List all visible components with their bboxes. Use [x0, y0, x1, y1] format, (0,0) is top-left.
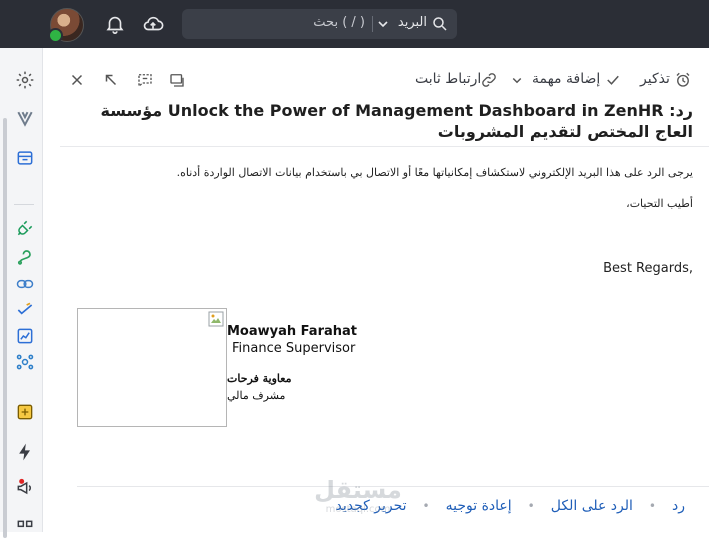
- closing-arabic: أطيب التحيات،: [626, 197, 693, 210]
- signature-image-placeholder: [77, 308, 227, 427]
- email-subject: رد: Unlock the Power of Management Dashb…: [100, 101, 693, 141]
- route-icon[interactable]: [15, 246, 35, 266]
- online-status-indicator: [48, 28, 63, 43]
- watermark-arabic: مستقل: [314, 476, 402, 504]
- mostaql-watermark: مستقل mostaql.com: [312, 476, 404, 532]
- alarm-clock-icon[interactable]: [674, 71, 692, 89]
- add-note-icon[interactable]: [15, 402, 35, 422]
- cloud-sync-icon[interactable]: [142, 13, 164, 35]
- reply-button[interactable]: رد: [672, 498, 685, 514]
- header-divider: [60, 146, 709, 147]
- top-bar: البريد بحث ( / ): [0, 0, 709, 48]
- app-sidebar: [0, 48, 43, 538]
- signature-name-ar: معاوية فرحات: [227, 372, 292, 385]
- email-body-paragraph: يرجى الرد على هذا البريد الإلكتروني لاست…: [176, 166, 693, 179]
- link-icon[interactable]: [480, 71, 498, 89]
- sidebar-separator: [14, 204, 34, 205]
- window-icon[interactable]: [168, 71, 186, 89]
- close-icon[interactable]: [68, 71, 86, 89]
- add-task-button[interactable]: إضافة مهمة: [532, 71, 600, 87]
- plug-icon[interactable]: [15, 218, 35, 238]
- separator-dot: •: [422, 499, 430, 513]
- watermark-latin: mostaql.com: [325, 504, 391, 515]
- separator-dot: •: [648, 499, 656, 513]
- reminder-button[interactable]: تذكير: [640, 71, 670, 87]
- chevron-down-icon[interactable]: [377, 18, 389, 30]
- signature-title-ar: مشرف مالي: [227, 389, 286, 402]
- network-icon[interactable]: [15, 352, 35, 372]
- reply-all-button[interactable]: الرد على الكل: [551, 498, 633, 514]
- grid-apps-icon[interactable]: [15, 518, 35, 538]
- separator-dot: •: [527, 499, 535, 513]
- checkmark-icon[interactable]: [604, 71, 622, 89]
- checklist-icon[interactable]: [15, 300, 35, 320]
- chat-bubble-icon[interactable]: [136, 71, 154, 89]
- megaphone-icon[interactable]: [15, 478, 35, 498]
- gear-icon[interactable]: [15, 70, 35, 90]
- collapse-arrow-icon[interactable]: [102, 71, 120, 89]
- search-scope-selector[interactable]: البريد: [398, 15, 427, 30]
- bell-icon[interactable]: [104, 13, 126, 35]
- calendar-app-icon[interactable]: [15, 148, 35, 168]
- broken-image-icon: [208, 311, 224, 327]
- forward-button[interactable]: إعادة توجيه: [446, 498, 512, 514]
- signature-title-en: Finance Supervisor: [232, 341, 356, 356]
- search-icon: [433, 17, 447, 31]
- closing-english: Best Regards,: [603, 261, 693, 276]
- search-input[interactable]: بحث ( / ): [313, 15, 365, 30]
- signature-name-en: Moawyah Farahat: [227, 324, 357, 339]
- link-chain-icon[interactable]: [15, 274, 35, 294]
- search-box[interactable]: البريد بحث ( / ): [182, 9, 457, 39]
- permalink-button[interactable]: ارتباط ثابت: [415, 71, 481, 87]
- chevron-down-icon[interactable]: [508, 71, 526, 89]
- email-toolbar: ارتباط ثابت إضافة مهمة تذكير: [60, 66, 700, 94]
- lightning-icon[interactable]: [15, 442, 35, 462]
- search-divider: [372, 16, 373, 32]
- sidebar-scrollbar[interactable]: [3, 118, 7, 538]
- vee-app-icon[interactable]: [15, 108, 35, 128]
- analytics-chart-icon[interactable]: [15, 326, 35, 346]
